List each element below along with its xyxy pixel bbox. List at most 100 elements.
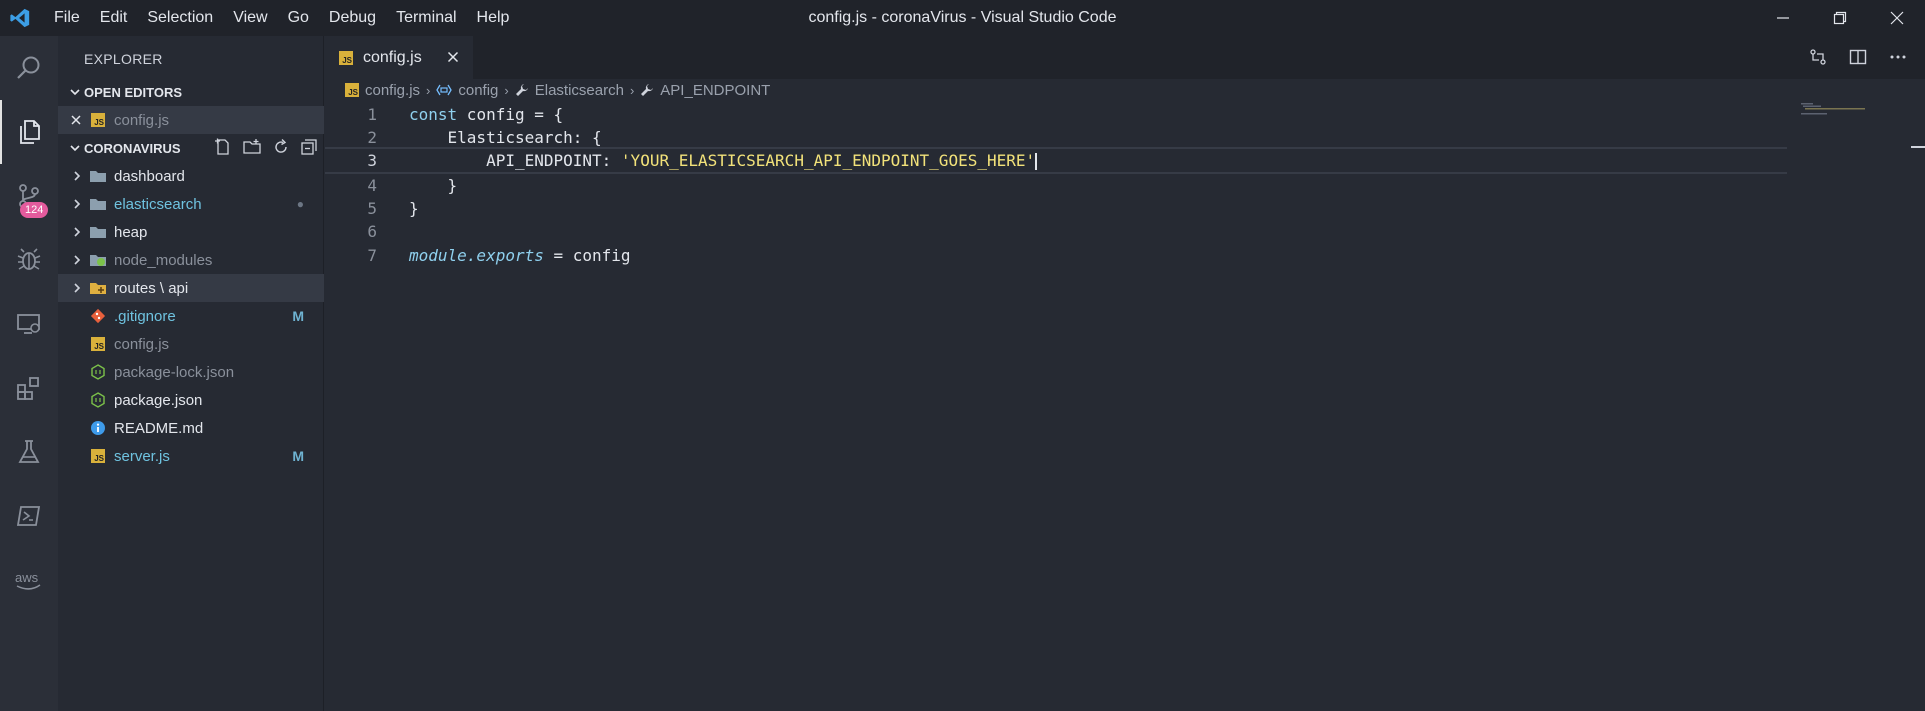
- restore-icon: [1833, 11, 1846, 25]
- js-file-icon: JS: [345, 83, 359, 97]
- minimize-button[interactable]: [1754, 0, 1811, 36]
- tree-item-gitignore[interactable]: .gitignore M: [58, 302, 324, 330]
- tree-item-heap[interactable]: heap: [58, 218, 324, 246]
- breadcrumb-label: Elasticsearch: [534, 81, 624, 99]
- explorer-view-button[interactable]: [0, 100, 58, 164]
- line-number: 3: [367, 151, 377, 170]
- modified-status: M: [292, 308, 304, 324]
- search-view-button[interactable]: [0, 36, 58, 100]
- menu-file[interactable]: File: [44, 0, 90, 36]
- collapse-all-icon[interactable]: [300, 138, 318, 156]
- workspace-header[interactable]: CORONAVIRUS: [58, 134, 324, 162]
- extensions-icon: [17, 377, 39, 400]
- node-folder-icon: [90, 255, 106, 266]
- chevron-right-icon: [74, 227, 81, 237]
- breadcrumb-separator-icon: ›: [504, 82, 509, 98]
- close-window-button[interactable]: [1868, 0, 1925, 36]
- editor-actions: [1809, 48, 1907, 66]
- code-line: 1 const config = {: [325, 103, 1787, 126]
- restore-button[interactable]: [1811, 0, 1868, 36]
- menu-edit[interactable]: Edit: [90, 0, 138, 36]
- code-keyword: const: [409, 105, 458, 124]
- explorer-sidebar: EXPLORER OPEN EDITORS JS config.js CORON…: [58, 36, 324, 711]
- code-editor[interactable]: 1 const config = { 2 Elasticsearch: { 3 …: [325, 103, 1925, 703]
- menu-debug[interactable]: Debug: [319, 0, 386, 36]
- tree-item-label: routes \ api: [114, 279, 189, 297]
- code-line-current: 3 API_ENDPOINT: 'YOUR_ELASTICSEARCH_API_…: [325, 147, 1787, 174]
- debug-view-button[interactable]: [0, 228, 58, 292]
- text-cursor: [1035, 153, 1038, 170]
- code-line: 2 Elasticsearch: {: [325, 126, 1787, 149]
- breadcrumb: JS config.js › config › Elasticsearch › …: [325, 79, 1925, 101]
- tree-item-server-js[interactable]: JS server.js M: [58, 442, 324, 470]
- workspace-label: CORONAVIRUS: [84, 140, 181, 156]
- tree-item-label: elasticsearch: [114, 195, 202, 213]
- open-editor-item[interactable]: JS config.js: [58, 106, 324, 134]
- tree-item-label: package-lock.json: [114, 363, 235, 381]
- folder-icon: [90, 171, 106, 182]
- powershell-icon: [16, 506, 41, 526]
- menu-selection[interactable]: Selection: [137, 0, 223, 36]
- modified-status: M: [292, 448, 304, 464]
- breadcrumb-api-endpoint[interactable]: API_ENDPOINT: [640, 82, 770, 99]
- source-control-view-button[interactable]: 124: [0, 164, 58, 228]
- tree-item-config-js[interactable]: JS config.js: [58, 330, 324, 358]
- split-editor-icon[interactable]: [1849, 48, 1867, 66]
- powershell-view-button[interactable]: [0, 484, 58, 548]
- node-file-icon: [91, 364, 105, 380]
- js-file-icon: JS: [91, 337, 105, 351]
- tree-item-package-json[interactable]: package.json: [58, 386, 324, 414]
- scm-count-badge: 124: [20, 202, 49, 218]
- remote-explorer-view-button[interactable]: [0, 292, 58, 356]
- breadcrumb-config[interactable]: config: [436, 82, 498, 99]
- minimap[interactable]: [1799, 102, 1909, 162]
- refresh-icon[interactable]: [272, 138, 290, 156]
- chevron-right-icon: [74, 199, 81, 209]
- tree-item-label: config.js: [114, 335, 170, 353]
- menu-terminal[interactable]: Terminal: [386, 0, 466, 36]
- activity-bar: 124 aws: [0, 36, 58, 711]
- tab-config-js[interactable]: JS config.js: [325, 36, 473, 79]
- aws-view-button[interactable]: aws: [0, 548, 58, 612]
- js-file-icon: JS: [91, 113, 105, 127]
- folder-icon: [90, 199, 106, 210]
- tree-item-package-lock-json[interactable]: package-lock.json: [58, 358, 324, 386]
- tree-item-node-modules[interactable]: node_modules: [58, 246, 324, 274]
- breadcrumb-label: API_ENDPOINT: [660, 81, 771, 99]
- variable-icon: [436, 84, 453, 96]
- breadcrumb-label: config.js: [365, 81, 421, 99]
- close-icon: [447, 51, 459, 63]
- new-folder-icon[interactable]: [242, 138, 262, 156]
- tree-item-dashboard[interactable]: dashboard: [58, 162, 324, 190]
- close-icon[interactable]: [70, 114, 82, 126]
- more-actions-icon[interactable]: [1889, 48, 1907, 66]
- tree-item-readme[interactable]: README.md: [58, 414, 324, 442]
- testing-view-button[interactable]: [0, 420, 58, 484]
- extensions-view-button[interactable]: [0, 356, 58, 420]
- menu-go[interactable]: Go: [278, 0, 319, 36]
- search-icon: [17, 56, 40, 79]
- menu-bar: File Edit Selection View Go Debug Termin…: [44, 0, 519, 36]
- js-file-icon: JS: [339, 50, 353, 65]
- code-text: = config: [543, 246, 631, 265]
- open-changes-icon[interactable]: [1809, 48, 1827, 66]
- tree-item-routes-api[interactable]: routes \ api: [58, 274, 324, 302]
- breadcrumb-file[interactable]: JS config.js: [345, 82, 420, 99]
- code-text: API_ENDPOINT:: [486, 151, 621, 170]
- breadcrumb-separator-icon: ›: [426, 82, 431, 98]
- tree-item-label: heap: [114, 223, 148, 241]
- open-editors-header[interactable]: OPEN EDITORS: [58, 78, 324, 106]
- breadcrumb-separator-icon: ›: [629, 82, 635, 98]
- line-number: 5: [367, 199, 377, 218]
- tree-item-label: dashboard: [114, 167, 185, 185]
- tree-item-label: README.md: [114, 419, 204, 437]
- menu-help[interactable]: Help: [467, 0, 520, 36]
- tree-item-elasticsearch[interactable]: elasticsearch ●: [58, 190, 324, 218]
- menu-view[interactable]: View: [223, 0, 277, 36]
- code-string: 'YOUR_ELASTICSEARCH_API_ENDPOINT_GOES_HE…: [620, 151, 1036, 170]
- vscode-logo-icon: [2, 0, 38, 36]
- tab-close-button[interactable]: [445, 49, 461, 65]
- code-text: }: [447, 176, 458, 195]
- new-file-icon[interactable]: [214, 138, 232, 156]
- breadcrumb-elasticsearch[interactable]: Elasticsearch: [515, 82, 624, 99]
